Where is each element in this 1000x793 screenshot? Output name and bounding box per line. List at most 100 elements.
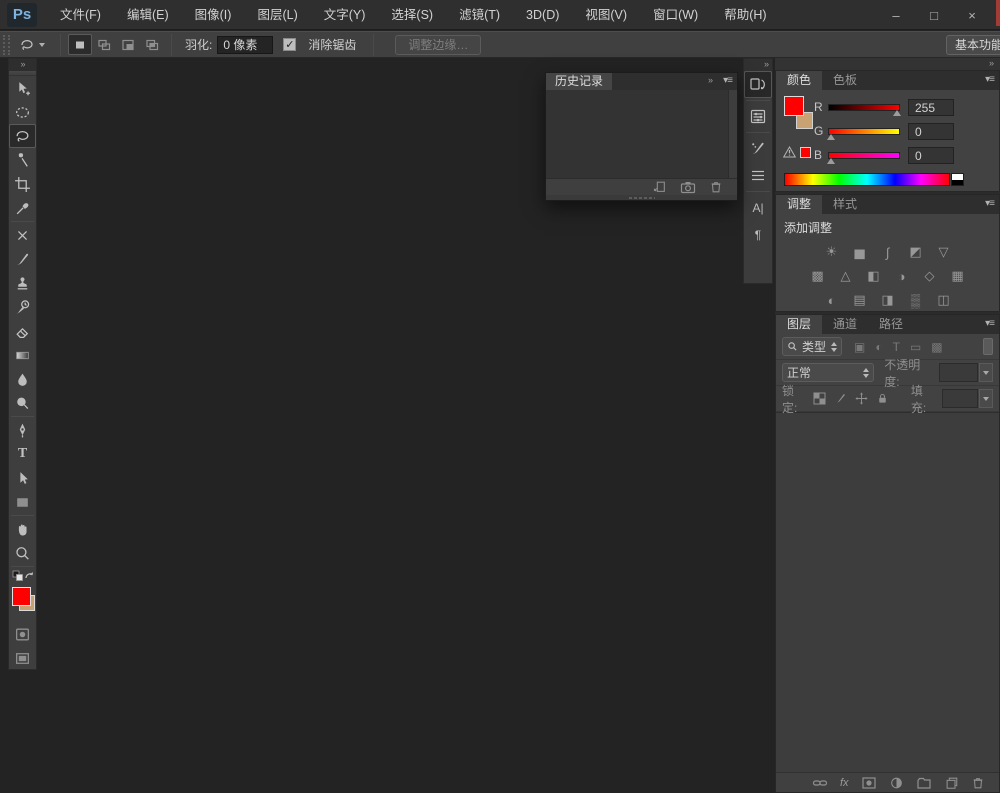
menu-help[interactable]: 帮助(H)	[711, 0, 779, 30]
brightness-contrast-icon[interactable]: ☀	[823, 244, 840, 260]
dock-collapse-chevron-icon[interactable]: »	[744, 59, 772, 71]
channel-g-slider[interactable]	[828, 128, 900, 135]
delete-state-trash-icon[interactable]	[709, 180, 723, 194]
healing-brush-tool[interactable]	[9, 223, 36, 247]
dock-brush-button[interactable]	[744, 135, 772, 162]
tab-paths[interactable]: 路径	[868, 315, 914, 334]
tab-layers[interactable]: 图层	[776, 315, 822, 334]
menu-image[interactable]: 图像(I)	[182, 0, 245, 30]
fill-dropdown-arrow-icon[interactable]	[979, 389, 993, 408]
dock-properties-button[interactable]	[744, 103, 772, 130]
menu-layer[interactable]: 图层(L)	[244, 0, 310, 30]
levels-icon[interactable]: ▅	[851, 244, 868, 260]
channel-b-value[interactable]: 0	[908, 147, 954, 164]
lasso-tool[interactable]	[9, 124, 36, 148]
layer-filter-toggle[interactable]	[983, 338, 993, 355]
new-document-from-state-icon[interactable]	[652, 180, 667, 194]
path-selection-tool[interactable]	[9, 466, 36, 490]
channel-r-slider[interactable]	[828, 104, 900, 111]
type-tool[interactable]: T	[9, 442, 36, 466]
tab-styles[interactable]: 样式	[822, 195, 868, 214]
fill-value[interactable]	[942, 389, 979, 408]
workspace-switcher-button[interactable]: 基本功能	[946, 35, 1000, 55]
tools-collapse-chevron-icon[interactable]: »	[9, 59, 36, 71]
blend-mode-select[interactable]: 正常	[782, 363, 874, 382]
eraser-tool[interactable]	[9, 319, 36, 343]
dock-paragraph-button[interactable]: ¶	[744, 221, 772, 248]
color-lookup-icon[interactable]: ▦	[949, 268, 966, 284]
lock-all-icon[interactable]	[876, 392, 889, 405]
filter-type-layers-icon[interactable]: T	[893, 340, 900, 354]
black-white-icon[interactable]: ◧	[865, 268, 882, 284]
channel-g-value[interactable]: 0	[908, 123, 954, 140]
vibrance-icon[interactable]: ▽	[935, 244, 952, 260]
menu-edit[interactable]: 编辑(E)	[114, 0, 182, 30]
antialias-checkbox[interactable]: ✓	[283, 38, 296, 51]
crop-tool[interactable]	[9, 172, 36, 196]
menu-type[interactable]: 文字(Y)	[311, 0, 379, 30]
layer-style-fx-icon[interactable]: fx	[840, 777, 849, 789]
move-tool[interactable]	[9, 76, 36, 100]
gradient-map-icon[interactable]: ▒	[907, 293, 924, 308]
history-scrollbar[interactable]	[728, 90, 737, 178]
options-bar-grip[interactable]	[3, 35, 10, 55]
brush-tool[interactable]	[9, 247, 36, 271]
color-spectrum-ramp[interactable]	[784, 173, 950, 186]
screen-mode-button[interactable]	[9, 646, 36, 670]
eyedropper-tool[interactable]	[9, 196, 36, 220]
selection-mode-add-button[interactable]	[92, 34, 116, 55]
channel-g-slider-handle[interactable]	[827, 134, 835, 140]
selective-color-icon[interactable]: ◫	[935, 292, 952, 308]
dock-history-button[interactable]	[744, 71, 772, 98]
panels-collapse-chevron-icon[interactable]: »	[775, 58, 1000, 70]
feather-input[interactable]: 0 像素	[217, 36, 273, 54]
selection-mode-subtract-button[interactable]	[116, 34, 140, 55]
selection-mode-new-button[interactable]	[68, 34, 92, 55]
hue-saturation-icon[interactable]: ▩	[809, 268, 826, 284]
history-collapse-chevron-icon[interactable]: »	[708, 75, 713, 85]
minimize-button[interactable]: –	[888, 8, 904, 23]
dock-character-button[interactable]: A|	[744, 194, 772, 221]
link-layers-icon[interactable]	[812, 776, 828, 790]
hand-tool[interactable]	[9, 517, 36, 541]
color-balance-icon[interactable]: △	[837, 268, 854, 284]
history-brush-tool[interactable]	[9, 295, 36, 319]
color-panel-menu-icon[interactable]: ▾≡	[985, 74, 994, 85]
tab-adjustments[interactable]: 调整	[776, 195, 822, 214]
filter-smart-objects-icon[interactable]: ▩	[931, 340, 942, 354]
layer-filter-type-select[interactable]: 类型	[782, 337, 842, 356]
black-cap[interactable]	[952, 180, 963, 185]
quick-mask-button[interactable]	[9, 622, 36, 646]
lock-position-icon[interactable]	[855, 392, 868, 405]
invert-icon[interactable]: ◐	[823, 293, 840, 308]
close-button[interactable]: ×	[964, 8, 980, 23]
opacity-dropdown-arrow-icon[interactable]	[979, 363, 993, 382]
pen-tool[interactable]	[9, 418, 36, 442]
current-tool-preset[interactable]	[10, 37, 53, 53]
maximize-button[interactable]: □	[926, 8, 942, 23]
threshold-icon[interactable]: ◨	[879, 292, 896, 308]
tab-history[interactable]: 历史记录	[546, 73, 612, 90]
history-panel-header[interactable]: 历史记录 » ▾≡	[546, 73, 737, 90]
channel-r-slider-handle[interactable]	[893, 110, 901, 116]
history-panel-menu-icon[interactable]: ▾≡	[723, 75, 732, 86]
foreground-color-swatch[interactable]	[784, 96, 804, 116]
clone-stamp-tool[interactable]	[9, 271, 36, 295]
menu-select[interactable]: 选择(S)	[378, 0, 446, 30]
tab-swatches[interactable]: 色板	[822, 71, 868, 90]
tab-color[interactable]: 颜色	[776, 71, 822, 90]
new-group-folder-icon[interactable]	[916, 776, 932, 790]
refine-edge-button[interactable]: 调整边缘…	[395, 35, 481, 55]
tab-channels[interactable]: 通道	[822, 315, 868, 334]
blur-tool[interactable]	[9, 367, 36, 391]
selection-mode-intersect-button[interactable]	[140, 34, 164, 55]
history-resize-handle[interactable]	[546, 195, 737, 200]
menu-3d[interactable]: 3D(D)	[513, 0, 572, 30]
dock-brush-presets-button[interactable]	[744, 162, 772, 189]
new-snapshot-camera-icon[interactable]	[680, 180, 696, 194]
filter-shape-layers-icon[interactable]: ▭	[910, 340, 921, 354]
quick-selection-tool[interactable]	[9, 148, 36, 172]
menu-view[interactable]: 视图(V)	[572, 0, 640, 30]
new-layer-icon[interactable]	[944, 776, 959, 790]
shape-tool[interactable]	[9, 490, 36, 514]
